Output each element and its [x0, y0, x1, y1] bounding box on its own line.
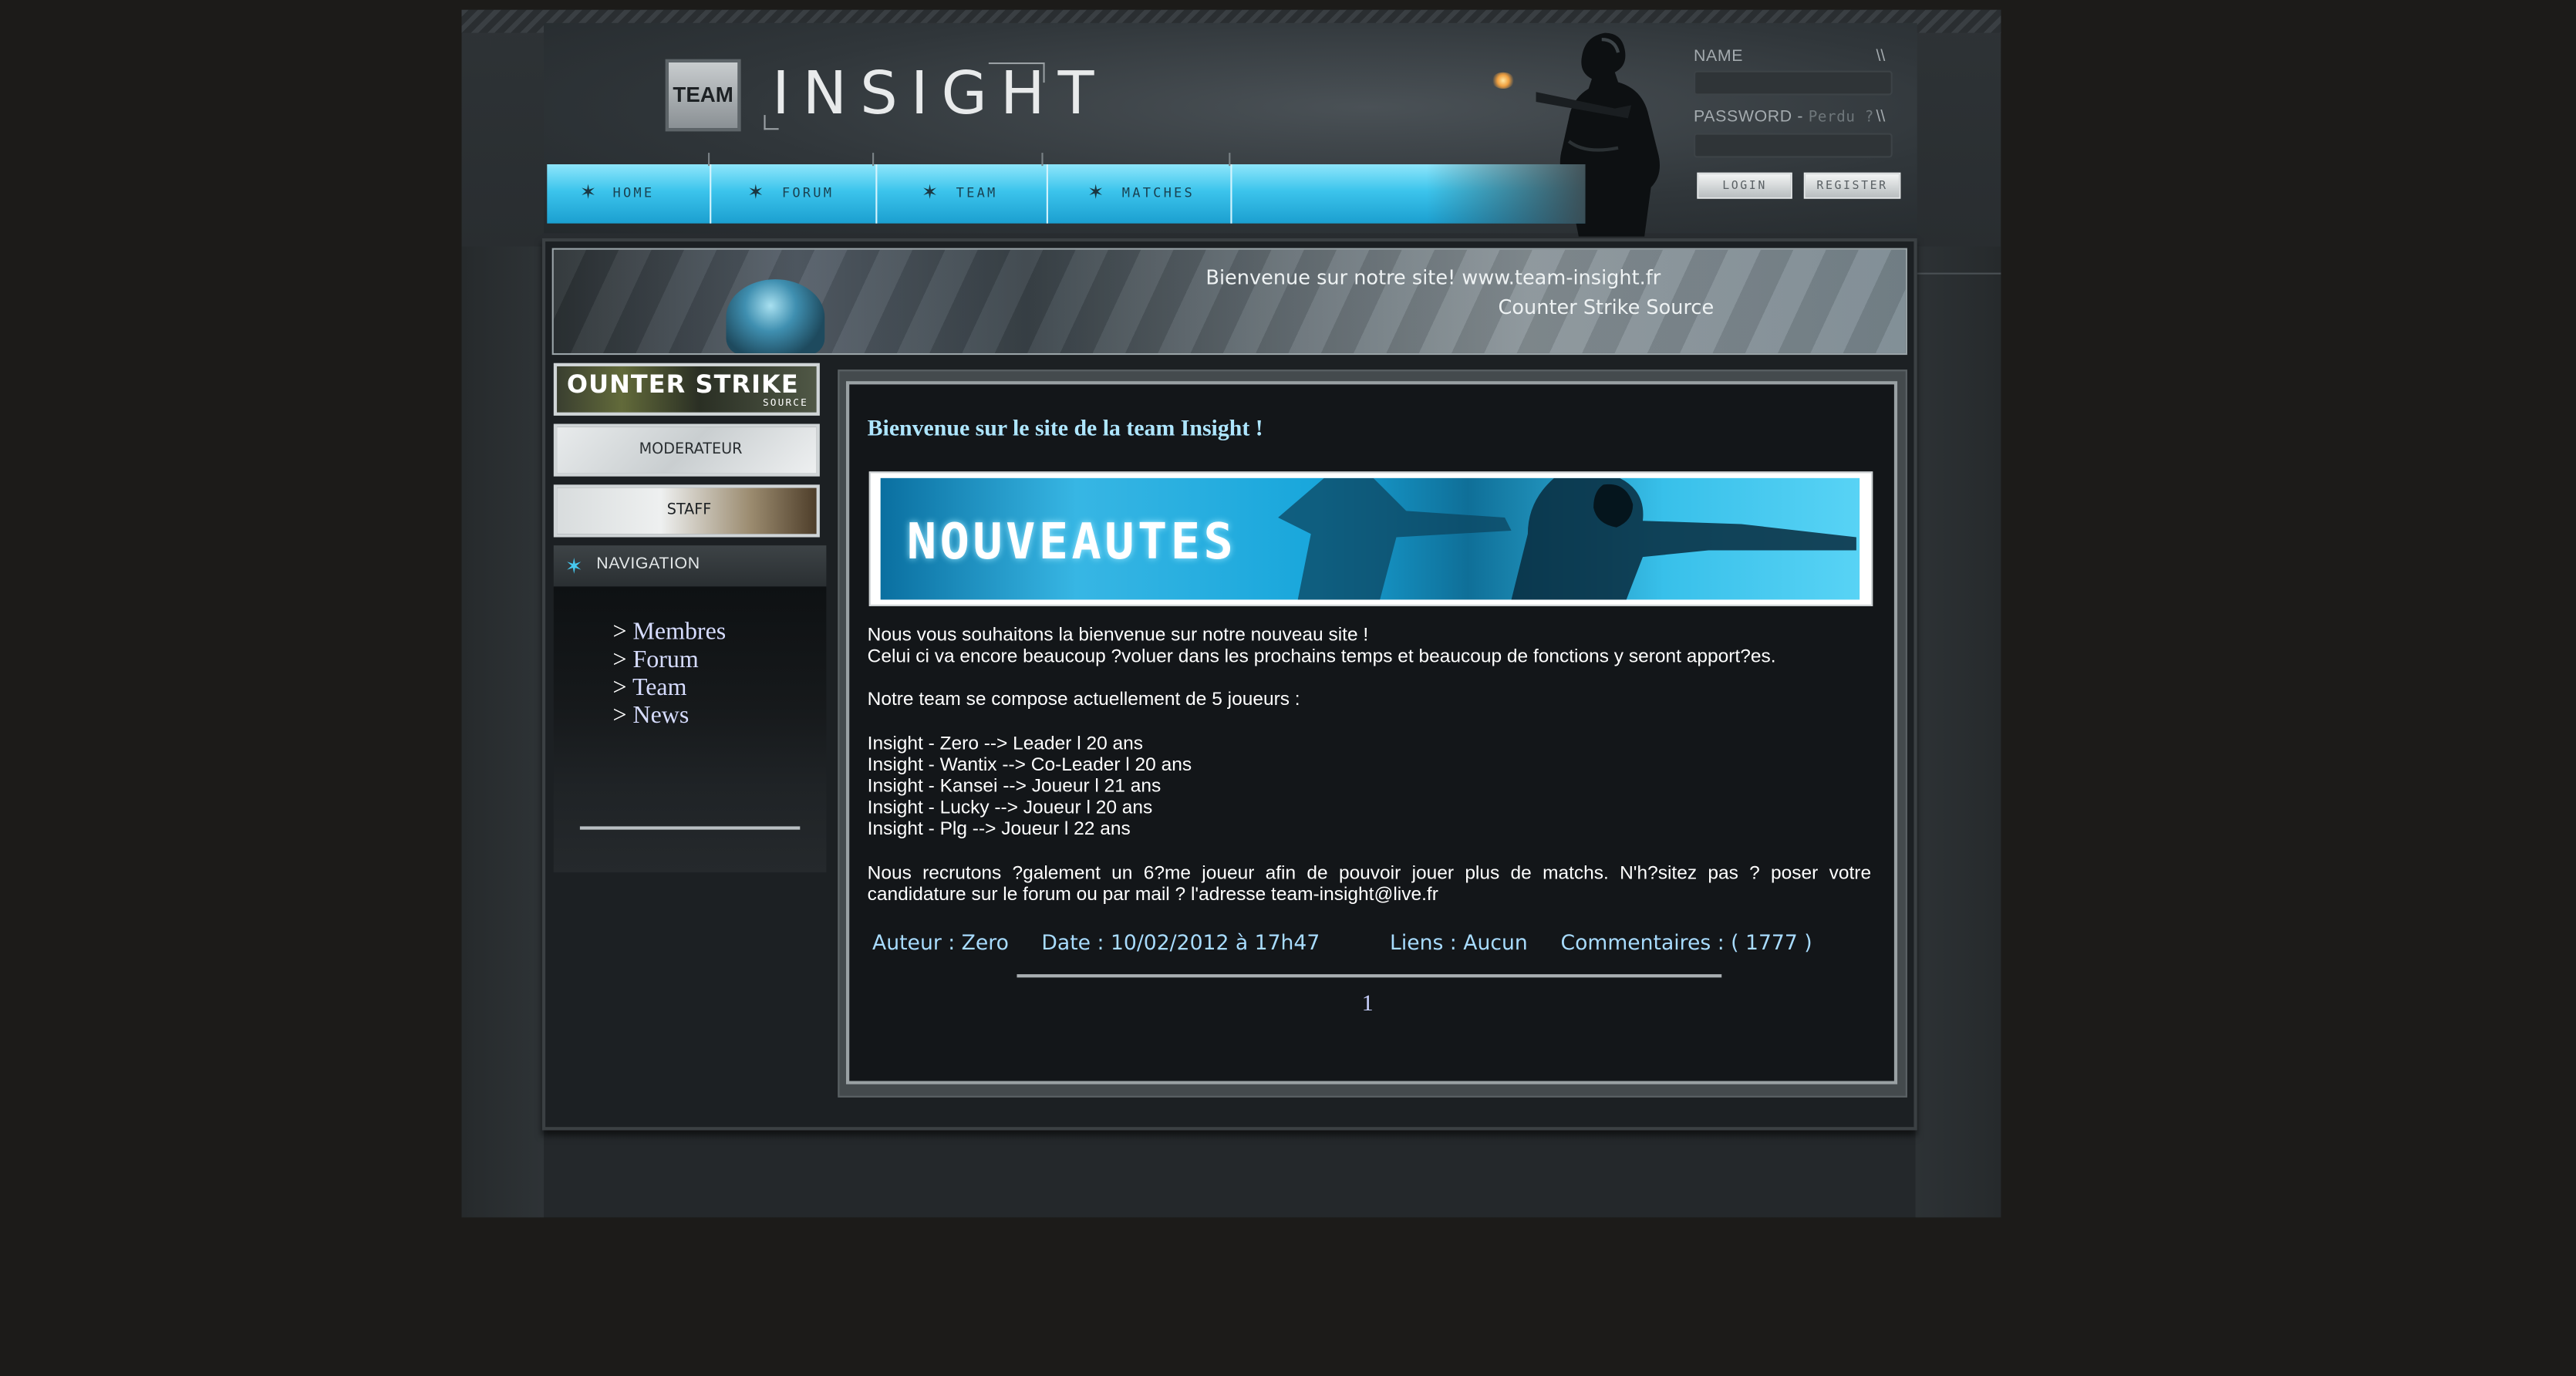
nav-link-label: News [632, 703, 690, 730]
nav-matches[interactable]: ✶ MATCHES [1048, 164, 1232, 224]
player-line: Insight - Wantix --> Co-Leader l 20 ans [867, 755, 1192, 776]
nav-link-label: Membres [632, 619, 727, 646]
intro-line-1: Nous vous souhaitons la bienvenue sur no… [867, 626, 1369, 646]
star-icon: ✶ [1087, 180, 1104, 204]
moderateur-button[interactable]: MODERATEUR [553, 423, 820, 477]
site-stage: TEAM INSIGHT ✶ HOME ✶ FORUM ✶ TEAM ✶ MAT… [0, 0, 2576, 1376]
banner-line-2: Counter Strike Source [1498, 295, 1715, 319]
login-button[interactable]: LOGIN [1697, 172, 1792, 199]
page-root: TEAM INSIGHT ✶ HOME ✶ FORUM ✶ TEAM ✶ MAT… [0, 0, 2576, 1376]
moderateur-label: MODERATEUR [639, 441, 743, 459]
soldiers-silhouette-icon [1278, 477, 1856, 600]
nav-bar-fade [1232, 164, 1586, 224]
password-label-row: PASSWORD - Perdu ? [1694, 109, 1874, 126]
name-input[interactable] [1694, 70, 1893, 96]
welcome-banner: Bienvenue sur notre site! www.team-insig… [551, 248, 1907, 356]
arrow-icon: > [612, 675, 632, 702]
right-rail [1915, 246, 2001, 1218]
cs-subtitle: SOURCE [762, 397, 808, 410]
arrow-icon: > [612, 647, 633, 674]
navigation-title: NAVIGATION [596, 555, 700, 574]
star-icon: ✶ [747, 180, 764, 204]
logo-team-badge[interactable]: TEAM [665, 59, 741, 132]
news-comments[interactable]: Commentaires : ( 1777 ) [1561, 930, 1812, 955]
player-line: Insight - Kansei --> Joueur l 21 ans [867, 777, 1162, 798]
staff-button[interactable]: STAFF [553, 484, 820, 538]
news-date: Date : 10/02/2012 à 17h47 [1041, 929, 1320, 955]
news-author: Auteur : Zero [872, 929, 1009, 955]
player-line: Insight - Plg --> Joueur l 22 ans [867, 819, 1131, 840]
player-line: Insight - Zero --> Leader l 20 ans [867, 734, 1144, 754]
player-line: Insight - Lucky --> Joueur l 20 ans [867, 798, 1153, 818]
arrow-icon: > [612, 703, 633, 730]
news-banner-text: NOUVEAUTES [906, 514, 1237, 572]
register-button[interactable]: REGISTER [1803, 172, 1901, 199]
logo-insight[interactable]: INSIGHT [772, 59, 1107, 132]
cs-title: OUNTER STRIKE [566, 369, 799, 400]
nav-link-forum[interactable]: > Forum [612, 647, 698, 675]
star-icon: ✶ [579, 180, 597, 204]
nav-forum[interactable]: ✶ FORUM [711, 164, 878, 224]
forgot-password-link[interactable]: Perdu ? [1809, 110, 1874, 126]
nav-home[interactable]: ✶ HOME [547, 164, 712, 224]
name-label: NAME [1694, 47, 1744, 66]
password-slashes: \\ [1876, 108, 1886, 127]
banner-globe-icon [726, 279, 825, 353]
password-label: PASSWORD - [1694, 108, 1809, 127]
intro-line-2: Celui ci va encore beaucoup ?voluer dans… [867, 647, 1776, 667]
nav-forum-label: FORUM [781, 185, 835, 201]
nav-link-news[interactable]: > News [612, 703, 689, 731]
sidebar-divider [579, 826, 801, 830]
right-divider [1915, 272, 2001, 275]
banner-line-1: Bienvenue sur notre site! www.team-insig… [1205, 266, 1661, 289]
nav-link-membres[interactable]: > Membres [612, 619, 726, 647]
nav-home-label: HOME [612, 185, 655, 201]
recruit-paragraph: Nous recrutons ?galement un 6?me joueur … [867, 864, 1872, 906]
team-intro: Notre team se compose actuellement de 5 … [867, 690, 1300, 710]
star-icon: ✶ [921, 180, 939, 204]
counter-strike-button[interactable]: OUNTER STRIKE SOURCE [553, 363, 820, 416]
navigation-header: ✶ NAVIGATION [553, 545, 827, 587]
news-banner-image: NOUVEAUTES [880, 477, 1860, 600]
nav-link-team[interactable]: > Team [612, 675, 686, 703]
news-links[interactable]: Liens : Aucun [1390, 930, 1528, 955]
left-rail [461, 246, 545, 1218]
name-slashes: \\ [1876, 47, 1886, 66]
pagination-page-1[interactable]: 1 [1362, 993, 1374, 1019]
nav-team[interactable]: ✶ TEAM [877, 164, 1048, 224]
news-title: Bienvenue sur le site de la team Insight… [867, 417, 1263, 442]
nav-link-label: Forum [632, 647, 699, 674]
star-icon: ✶ [565, 553, 583, 578]
navigation-list: > Membres > Forum > Team > News [553, 586, 827, 787]
nav-matches-label: MATCHES [1121, 185, 1195, 201]
content-divider [1017, 974, 1722, 978]
password-input[interactable] [1694, 133, 1893, 158]
staff-label: STAFF [666, 502, 712, 520]
nav-link-label: Team [632, 675, 687, 702]
arrow-icon: > [612, 619, 633, 646]
nav-team-label: TEAM [956, 185, 998, 201]
muzzle-flare-icon [1492, 72, 1515, 89]
